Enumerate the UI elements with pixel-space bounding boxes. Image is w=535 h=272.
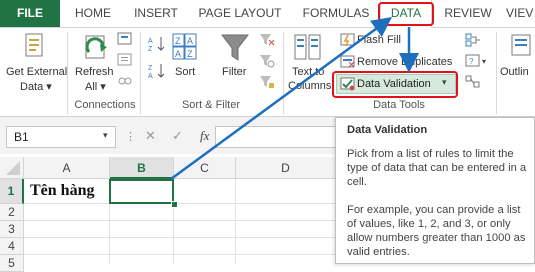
tooltip-line: Pick from a list of rules to limit the	[347, 148, 514, 160]
tooltip-line: allow numbers greater than 1000 as	[347, 232, 526, 244]
data-validation-tooltip: Data Validation Pick from a list of rule…	[335, 117, 535, 264]
tooltip-line: type of data that can be entered in a	[347, 162, 527, 174]
tooltip-line: For example, you can provide a list	[347, 204, 521, 216]
tooltip-line: of values, like 1, 2, and 3, or only	[347, 218, 511, 230]
tooltip-title: Data Validation	[347, 124, 428, 136]
tooltip-line: cell.	[347, 176, 367, 188]
tooltip-line: valid entries.	[347, 246, 410, 258]
